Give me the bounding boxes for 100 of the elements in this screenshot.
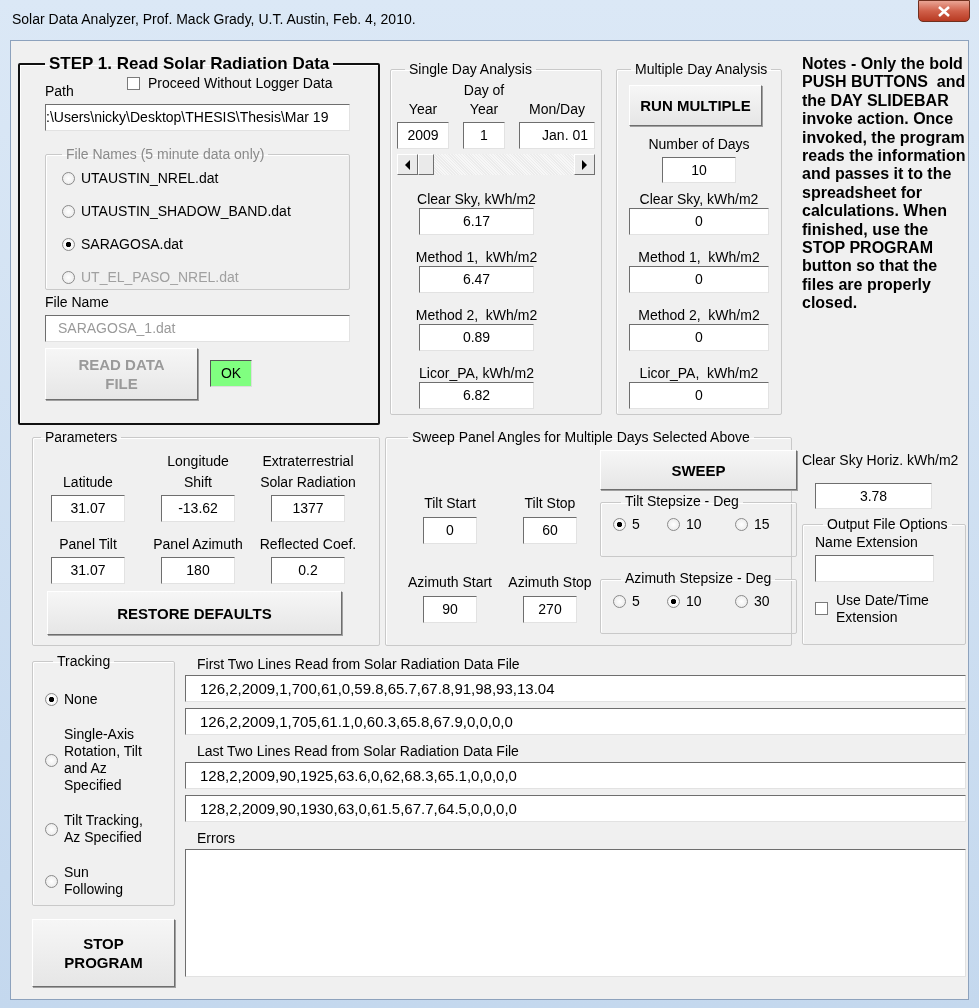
field-label: Panel Tilt [59, 535, 117, 555]
field-label: File Name [45, 293, 110, 311]
text-field[interactable]: 10 [662, 157, 736, 184]
text-field[interactable]: 6.17 [419, 208, 534, 236]
field-label: Panel Azimuth [153, 535, 243, 555]
radio-label: 5 [632, 592, 640, 610]
group-title: Azimuth Stepsize - Deg [624, 571, 773, 587]
radio-label: Sun Following [64, 864, 125, 899]
scroll-left-button[interactable] [397, 154, 418, 176]
field-label: Method 1, kWh/m2 [414, 249, 539, 267]
field-label: Azimuth Stop [508, 574, 592, 591]
run-multiple-button[interactable]: RUN MULTIPLE [629, 85, 762, 127]
text-field[interactable]: 0.89 [419, 324, 534, 352]
text-field[interactable]: 0.2 [271, 557, 345, 585]
radio-button[interactable] [62, 172, 75, 186]
field-label: Clear Sky, kWh/m2 [416, 191, 537, 209]
radio-button[interactable] [62, 205, 75, 219]
window-title: Solar Data Analyzer, Prof. Mack Grady, U.T. Austin, Feb. 4, 2010. [12, 11, 416, 28]
radio-label: UTAUSTIN_SHADOW_BAND.dat [81, 203, 291, 220]
radio-label: 10 [686, 592, 702, 610]
field-label: Licor_PA, kWh/m2 [638, 365, 760, 383]
radio-button[interactable] [62, 238, 75, 252]
field-label: Reflected Coef. [259, 535, 357, 555]
field-label: Method 2, kWh/m2 [414, 307, 539, 325]
radio-label: 10 [686, 515, 702, 533]
field-label: Last Two Lines Read from Solar Radiation Data File [196, 742, 520, 761]
radio-label: Tilt Tracking, Az Specified [64, 812, 144, 847]
field-label: Licor_PA, kWh/m2 [418, 365, 535, 383]
text-field[interactable]: 128,2,2009,90,1925,63.6,0,62,68.3,65.1,0,0,0,0 [185, 762, 966, 789]
close-icon [938, 5, 950, 17]
radio-button[interactable] [667, 517, 680, 531]
group-title: Tracking [56, 654, 112, 670]
radio-button[interactable] [45, 822, 58, 836]
radio-label: 15 [754, 515, 770, 533]
field-label: Path [45, 82, 75, 100]
checkbox-label: Proceed Without Logger Data [148, 74, 333, 92]
group-title: File Names (5 minute data only) [65, 146, 266, 163]
radio-button[interactable] [667, 594, 680, 608]
text-field[interactable]: Jan. 01 [519, 122, 595, 150]
text-field[interactable]: 31.07 [51, 557, 125, 585]
group-title: STEP 1. Read Solar Radiation Data [48, 55, 331, 74]
radio-label: None [64, 691, 99, 709]
text-field[interactable]: 1 [463, 122, 505, 150]
close-button[interactable] [918, 0, 970, 22]
radio-button[interactable] [735, 594, 748, 608]
group-title: Output File Options [826, 516, 949, 533]
group-title: Tilt Stepsize - Deg [624, 494, 740, 510]
group-title: Sweep Panel Angles for Multiple Days Selected Above [411, 430, 751, 446]
radio-button[interactable] [45, 693, 58, 707]
left-arrow-icon [405, 159, 410, 170]
field-label: Azimuth Start [408, 574, 492, 591]
checkbox[interactable] [815, 602, 828, 616]
field-label: Errors [196, 829, 237, 848]
text-field[interactable]: 6.47 [419, 266, 534, 294]
field-label: Method 2, kWh/m2 [637, 307, 761, 325]
notes-text: Notes - Only the bold PUSH BUTTONS and the DAY SLIDEBAR invoke action. Once invoked, the program reads the information and passes it to the spreadsheet for calculations. When finished, use the STOP PROGRAM button so that the files are properly closed. [802, 55, 967, 313]
text-field[interactable] [815, 555, 934, 582]
radio-label: 30 [754, 592, 770, 610]
radio-button[interactable] [613, 594, 626, 608]
text-field[interactable]: 126,2,2009,1,705,61.1,0,60.3,65.8,67.9,0,0,0,0 [185, 708, 966, 735]
restore-defaults-button[interactable]: RESTORE DEFAULTS [47, 591, 342, 636]
field-label: Clear Sky, kWh/m2 [638, 191, 760, 209]
text-field[interactable]: -13.62 [161, 495, 235, 523]
stop-program-button[interactable]: STOP PROGRAM [32, 919, 175, 987]
field-label: Extraterrestrial Solar Radiation [259, 452, 357, 493]
text-field[interactable]: 126,2,2009,1,700,61,0,59.8,65.7,67.8,91,98,93,13.04 [185, 675, 966, 702]
radio-label: Single-Axis Rotation, Tilt and Az Specified [64, 726, 143, 795]
text-field[interactable]: 3.78 [815, 482, 932, 509]
scroll-right-button[interactable] [574, 154, 595, 176]
text-field[interactable]: 128,2,2009,90,1930,63,0,61.5,67.7,64.5,0,0,0,0 [185, 795, 966, 822]
text-field[interactable]: 2009 [397, 122, 449, 150]
text-field[interactable]: 6.82 [419, 382, 534, 410]
text-field[interactable]: 0 [629, 266, 769, 294]
text-field[interactable]: 0 [629, 324, 769, 352]
checkbox[interactable] [127, 76, 140, 90]
sweep-button[interactable]: SWEEP [600, 450, 797, 491]
text-field[interactable]: 180 [161, 557, 235, 585]
text-field[interactable]: :\Users\nicky\Desktop\THESIS\Thesis\Mar 19 [45, 103, 350, 131]
field-label: Day of Year [463, 81, 505, 120]
slider-thumb[interactable] [418, 154, 434, 176]
text-field[interactable]: 1377 [271, 495, 345, 523]
radio-button[interactable] [45, 753, 58, 767]
radio-label: 5 [632, 515, 640, 533]
checkbox-label: Use Date/Time Extension [836, 592, 930, 626]
field-label: Tilt Stop [524, 495, 576, 513]
text-field[interactable]: 0 [423, 517, 477, 545]
field-label: Tilt Start [424, 495, 476, 513]
text-field[interactable]: 0 [629, 382, 769, 410]
right-arrow-icon [582, 159, 587, 170]
radio-button[interactable] [735, 517, 748, 531]
field-label: Year [408, 100, 438, 120]
text-field[interactable]: 270 [523, 596, 577, 623]
text-field[interactable]: 90 [423, 596, 477, 623]
text-field[interactable]: 0 [629, 208, 769, 236]
field-label: Clear Sky Horiz. kWh/m2 [802, 452, 960, 469]
text-field[interactable]: 31.07 [51, 495, 125, 523]
field-label: Latitude [63, 473, 113, 493]
radio-button[interactable] [45, 874, 58, 888]
text-field[interactable]: 60 [523, 517, 577, 545]
radio-button[interactable] [613, 517, 626, 531]
